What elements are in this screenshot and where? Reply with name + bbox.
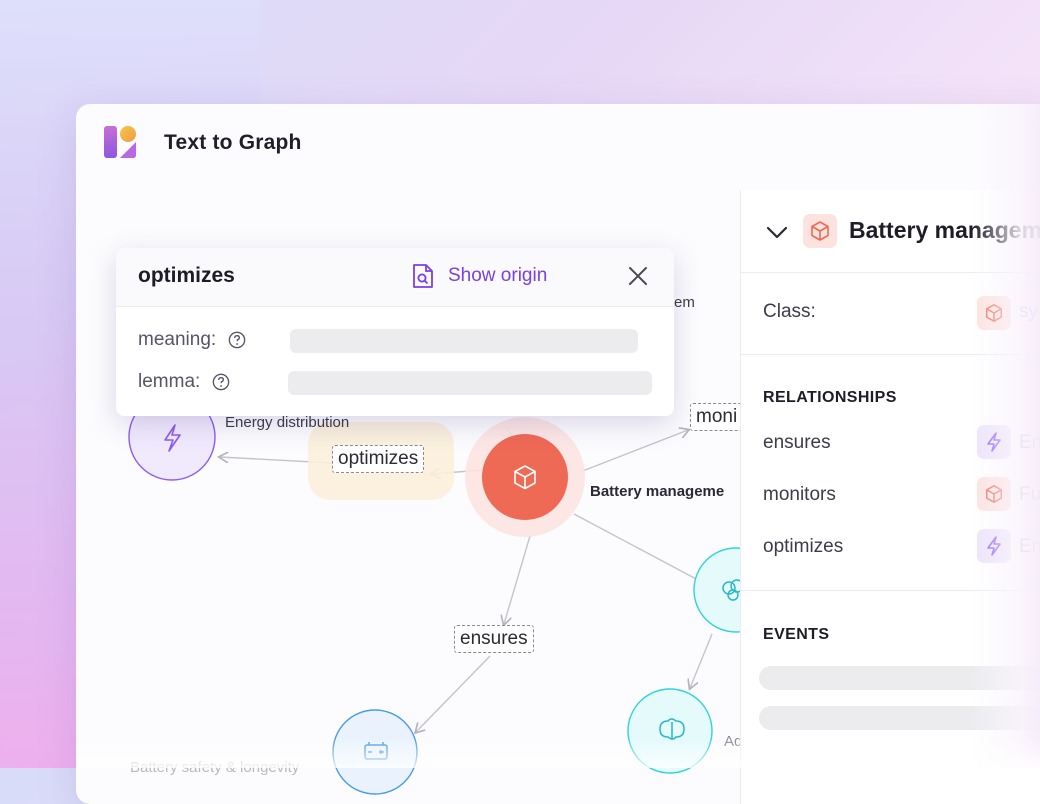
cube-icon	[977, 296, 1011, 330]
relationship-target: En	[1019, 432, 1040, 453]
relationship-name: ensures	[763, 432, 831, 453]
class-label: Class:	[763, 301, 816, 322]
document-search-icon	[413, 264, 433, 288]
edge-label-ensures[interactable]: ensures	[454, 625, 534, 653]
show-origin-label: Show origin	[448, 265, 548, 286]
lemma-row: lemma:	[138, 371, 230, 393]
edge-details-popup: optimizes Show origin meaning: lemma:	[116, 248, 674, 416]
edge-line-battery-teal	[573, 513, 699, 581]
help-icon[interactable]	[228, 331, 246, 349]
relationships-heading: RELATIONSHIPS	[763, 389, 897, 406]
edge-line-ensures-bottom	[416, 655, 491, 732]
edge-label-monitors[interactable]: moni	[690, 403, 744, 431]
node-teal-right[interactable]	[693, 547, 740, 633]
node-battery-safety[interactable]	[332, 709, 418, 795]
relationship-name: optimizes	[763, 536, 844, 557]
edge-line-teal-teal	[690, 633, 713, 688]
edge-line-monitors	[579, 430, 688, 473]
lemma-skeleton	[288, 371, 652, 395]
node-label-energy: Energy distribution	[225, 414, 349, 431]
popup-title: optimizes	[138, 264, 235, 287]
meaning-row: meaning:	[138, 329, 246, 351]
events-skeleton	[759, 666, 1040, 690]
lemma-label: lemma:	[138, 371, 201, 392]
section-divider	[741, 590, 1040, 591]
node-battery-management[interactable]	[465, 417, 585, 537]
help-icon[interactable]	[212, 373, 230, 391]
node-label-ad-partial: Ad	[724, 733, 740, 750]
popup-header: optimizes Show origin	[116, 248, 674, 307]
events-skeleton	[759, 706, 1040, 730]
edge-label-optimizes[interactable]: optimizes	[332, 445, 425, 473]
meaning-label: meaning:	[138, 329, 217, 350]
cube-icon	[803, 214, 837, 248]
details-panel: Battery managem Class: sy RELATIONSHIPS …	[740, 190, 1040, 804]
class-value[interactable]: sy	[1019, 301, 1038, 323]
relationship-target: En	[1019, 536, 1040, 557]
cube-icon	[977, 477, 1011, 511]
node-label-system-partial: em	[674, 294, 695, 311]
app-window: Text to Graph Energy distribution Batter…	[76, 104, 1040, 804]
chevron-down-icon[interactable]	[765, 222, 789, 242]
panel-title: Battery managem	[849, 217, 1040, 243]
events-heading: EVENTS	[763, 626, 830, 643]
meaning-skeleton	[290, 329, 638, 353]
relationship-target: Fu	[1019, 484, 1040, 505]
node-label-battery: Battery manageme	[590, 483, 724, 500]
panel-header: Battery managem	[741, 190, 1040, 273]
show-origin-button[interactable]: Show origin	[412, 263, 547, 289]
close-icon[interactable]	[626, 264, 650, 288]
graph-canvas[interactable]: Energy distribution Battery manageme em …	[76, 104, 744, 804]
edge-line-ensures-top	[504, 535, 531, 624]
class-row: Class: sy	[741, 272, 1040, 355]
lightning-icon	[977, 425, 1011, 459]
relationship-name: monitors	[763, 484, 836, 505]
lightning-icon	[977, 529, 1011, 563]
node-teal-bottom[interactable]	[627, 688, 713, 774]
